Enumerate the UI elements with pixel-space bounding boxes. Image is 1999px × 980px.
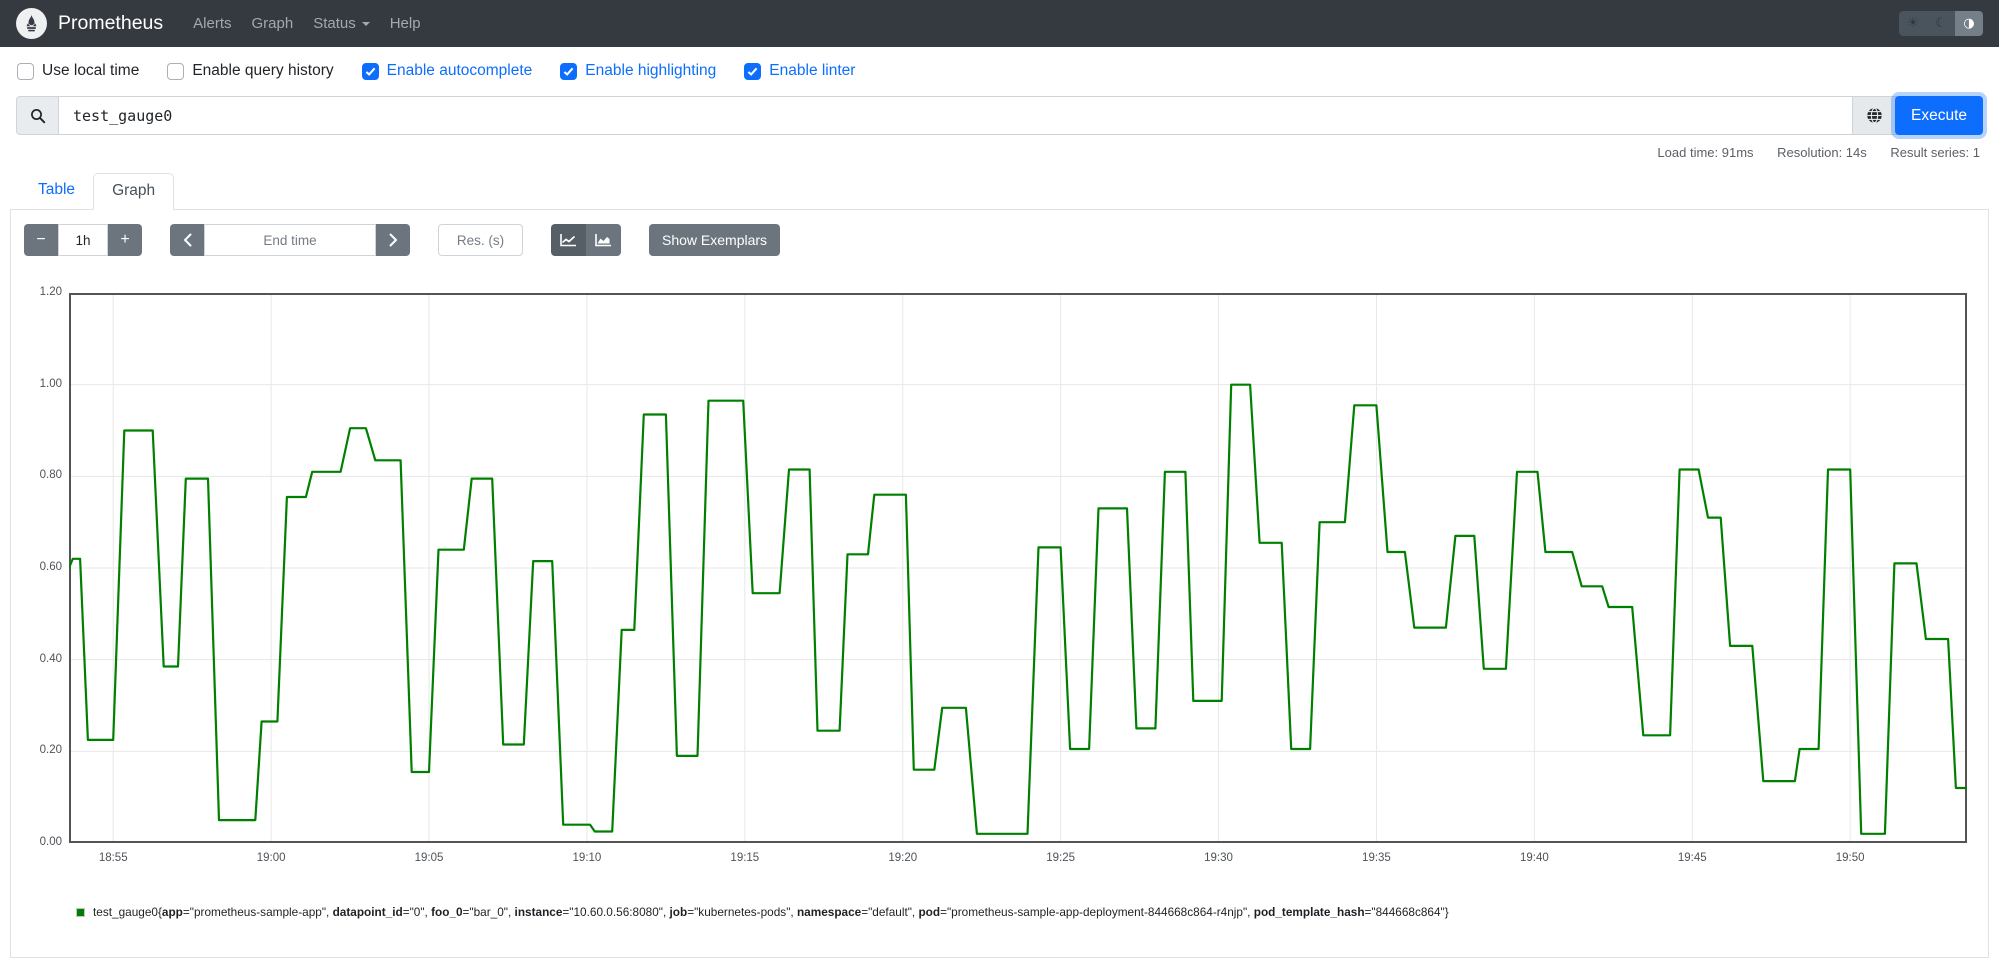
chevron-down-icon	[361, 22, 370, 26]
tab-bar: Table Graph	[10, 173, 1989, 210]
range-group: − +	[24, 224, 142, 256]
y-tick-label: 0.00	[39, 836, 62, 848]
tab-table[interactable]: Table	[20, 173, 93, 209]
series-label: test_gauge0{app="prometheus-sample-app",…	[93, 905, 1449, 919]
y-tick-label: 1.00	[39, 377, 62, 390]
x-tick-label: 19:10	[572, 852, 602, 864]
x-tick-label: 19:25	[1046, 852, 1076, 864]
checkbox-box	[17, 62, 34, 80]
stacked-chart-button[interactable]	[586, 224, 621, 256]
navbar: Prometheus Alerts Graph Status Help ☀ ☾ …	[0, 0, 1999, 47]
nav-link-graph[interactable]: Graph	[241, 15, 303, 32]
search-icon	[30, 108, 45, 123]
x-tick-label: 19:05	[414, 852, 444, 864]
decrease-range-button[interactable]: −	[24, 224, 58, 256]
checkbox-label: Use local time	[42, 62, 140, 79]
search-addon	[16, 96, 59, 135]
end-time-group	[170, 224, 410, 256]
checkbox-label: Enable query history	[192, 62, 334, 79]
back-time-button[interactable]	[170, 224, 204, 256]
chart-type-toggle	[551, 224, 621, 256]
metrics-explorer-button[interactable]	[1853, 96, 1897, 135]
checkbox-label: Enable linter	[769, 62, 856, 79]
check-icon	[365, 67, 376, 76]
checkbox-highlighting[interactable]: Enable highlighting	[560, 62, 716, 80]
x-tick-label: 19:45	[1677, 852, 1707, 864]
y-tick-label: 1.20	[39, 286, 62, 298]
y-tick-label: 0.40	[39, 652, 62, 665]
chevron-right-icon	[389, 233, 397, 247]
resolution: Resolution: 14s	[1777, 145, 1867, 160]
stacked-area-icon	[595, 234, 611, 247]
query-input[interactable]	[59, 96, 1853, 135]
options-row: Use local time Enable query history Enab…	[0, 47, 1999, 80]
check-icon	[563, 67, 574, 76]
checkbox-label: Enable autocomplete	[386, 62, 533, 79]
checkbox-box	[560, 62, 578, 80]
execute-button[interactable]: Execute	[1895, 96, 1983, 135]
checkbox-autocomplete[interactable]: Enable autocomplete	[361, 62, 533, 80]
plot-canvas[interactable]	[69, 293, 1967, 843]
increase-range-button[interactable]: +	[108, 224, 142, 256]
nav-link-help[interactable]: Help	[380, 15, 431, 32]
moon-icon: ☾	[1935, 16, 1947, 31]
checkbox-use-local-time[interactable]: Use local time	[17, 62, 139, 80]
x-tick-label: 19:30	[1204, 852, 1233, 864]
resolution-input[interactable]	[438, 224, 523, 256]
auto-theme-button[interactable]: ◑	[1955, 11, 1983, 36]
line-chart-button[interactable]	[551, 224, 586, 256]
series-line[interactable]	[69, 383, 1967, 835]
query-stats: Load time: 91ms Resolution: 14s Result s…	[0, 145, 1980, 160]
x-tick-label: 19:40	[1519, 852, 1549, 864]
x-tick-label: 19:50	[1835, 852, 1865, 864]
y-tick-label: 0.80	[39, 469, 62, 482]
checkbox-box	[361, 62, 379, 80]
x-tick-label: 19:00	[256, 852, 286, 864]
load-time: Load time: 91ms	[1657, 145, 1754, 160]
nav-link-alerts[interactable]: Alerts	[183, 15, 241, 32]
app-title[interactable]: Prometheus	[58, 12, 163, 35]
x-tick-label: 19:35	[1362, 852, 1391, 864]
y-tick-label: 0.60	[39, 561, 62, 573]
graph-controls: − +	[24, 224, 1988, 256]
sun-icon: ☀	[1907, 16, 1919, 31]
light-theme-button[interactable]: ☀	[1899, 11, 1927, 36]
forward-time-button[interactable]	[376, 224, 410, 256]
result-series: Result series: 1	[1890, 145, 1980, 160]
series-color-swatch	[76, 907, 85, 917]
graph-panel: − +	[10, 210, 1989, 958]
x-tick-label: 19:15	[730, 852, 760, 864]
x-tick-label: 18:55	[98, 852, 128, 864]
checkbox-label: Enable highlighting	[585, 62, 717, 79]
theme-toggle-group: ☀ ☾ ◑	[1899, 11, 1983, 36]
line-chart-icon	[560, 234, 576, 247]
legend-item[interactable]: test_gauge0{app="prometheus-sample-app",…	[76, 905, 1988, 919]
graph-chart: 0.00 0.20 0.40 0.60 0.80 1.00 1.20 18:55 19:00 19…	[24, 286, 1988, 881]
range-input[interactable]	[58, 224, 108, 256]
half-circle-icon: ◑	[1963, 16, 1975, 31]
x-tick-label: 19:20	[888, 852, 918, 864]
y-tick-label: 0.20	[39, 744, 62, 757]
end-time-input[interactable]	[204, 224, 376, 256]
dark-theme-button[interactable]: ☾	[1927, 11, 1955, 36]
show-exemplars-button[interactable]: Show Exemplars	[649, 224, 781, 256]
prometheus-logo-icon[interactable]	[16, 8, 47, 39]
checkbox-box	[744, 62, 762, 80]
checkbox-box	[167, 62, 185, 80]
check-icon	[747, 67, 758, 76]
torch-flame-icon	[26, 14, 37, 32]
checkbox-linter[interactable]: Enable linter	[744, 62, 855, 80]
nav-link-status[interactable]: Status	[303, 15, 380, 32]
checkbox-query-history[interactable]: Enable query history	[167, 62, 334, 80]
tab-graph[interactable]: Graph	[93, 173, 175, 210]
chevron-left-icon	[183, 233, 191, 247]
query-bar: Execute	[16, 96, 1983, 135]
globe-icon	[1867, 107, 1882, 124]
